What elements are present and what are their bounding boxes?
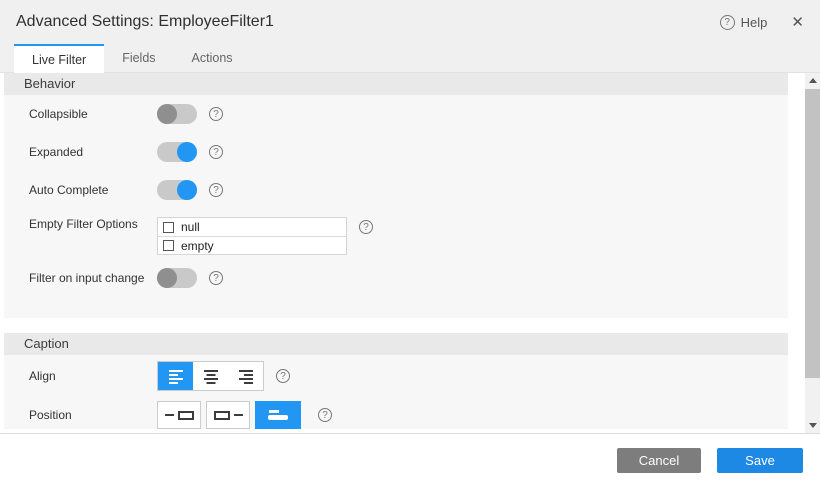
toggle-knob [157, 104, 177, 124]
toggle-knob [177, 142, 197, 162]
filter-on-input-change-row: Filter on input change ? [4, 259, 788, 297]
expanded-label: Expanded [29, 145, 157, 159]
settings-content: Behavior Collapsible ? Expanded ? Auto C… [0, 73, 805, 433]
null-checkbox-label: null [181, 220, 200, 234]
help-icon: ? [720, 15, 735, 30]
filter-on-input-change-toggle[interactable] [157, 268, 197, 288]
option-empty[interactable]: empty [158, 236, 346, 254]
dialog-footer: Cancel Save [0, 433, 820, 487]
label-right-icon [214, 411, 230, 420]
auto-complete-row: Auto Complete ? [4, 171, 788, 209]
align-center-icon [203, 368, 219, 384]
empty-filter-options-row: Empty Filter Options null empty ? [4, 213, 788, 259]
scrollbar-thumb[interactable] [805, 89, 820, 378]
align-label: Align [29, 369, 157, 383]
position-label-top-button[interactable] [255, 401, 301, 429]
position-row: Position ? [4, 395, 788, 433]
label-left-icon [165, 414, 174, 416]
auto-complete-label: Auto Complete [29, 183, 157, 197]
dialog-title: Advanced Settings: EmployeeFilter1 [16, 13, 720, 31]
filter-on-input-change-help-icon[interactable]: ? [209, 271, 223, 285]
empty-filter-options-list: null empty [157, 217, 347, 255]
align-left-button[interactable] [158, 362, 193, 390]
caption-section: Caption Align [4, 333, 788, 429]
collapsible-label: Collapsible [29, 107, 157, 121]
scroll-up-arrow-icon[interactable] [805, 73, 820, 88]
behavior-section-title: Behavior [4, 73, 788, 95]
expanded-row: Expanded ? [4, 133, 788, 171]
filter-on-input-change-label: Filter on input change [29, 271, 157, 285]
toggle-knob [157, 268, 177, 288]
tab-actions[interactable]: Actions [174, 44, 251, 72]
empty-checkbox-label: empty [181, 239, 214, 253]
empty-checkbox[interactable] [163, 240, 174, 251]
align-button-group [157, 361, 264, 391]
dialog-header: Advanced Settings: EmployeeFilter1 ? Hel… [0, 0, 820, 44]
empty-filter-options-help-icon[interactable]: ? [359, 220, 373, 234]
auto-complete-toggle[interactable] [157, 180, 197, 200]
caption-section-title: Caption [4, 333, 788, 355]
align-right-icon [238, 368, 254, 384]
caption-section-body: Align ? [4, 355, 788, 429]
toggle-knob [177, 180, 197, 200]
position-help-icon[interactable]: ? [318, 408, 332, 422]
align-right-button[interactable] [228, 362, 263, 390]
expanded-help-icon[interactable]: ? [209, 145, 223, 159]
cancel-button[interactable]: Cancel [617, 448, 701, 473]
advanced-settings-dialog: Advanced Settings: EmployeeFilter1 ? Hel… [0, 0, 820, 487]
dialog-body: Behavior Collapsible ? Expanded ? Auto C… [0, 73, 820, 433]
align-row: Align ? [4, 355, 788, 395]
position-label-left-button[interactable] [157, 401, 201, 429]
save-button[interactable]: Save [717, 448, 803, 473]
align-help-icon[interactable]: ? [276, 369, 290, 383]
null-checkbox[interactable] [163, 222, 174, 233]
behavior-section-body: Collapsible ? Expanded ? Auto Complete ? [4, 95, 788, 318]
collapsible-toggle[interactable] [157, 104, 197, 124]
align-left-icon [168, 368, 184, 384]
position-label-right-button[interactable] [206, 401, 250, 429]
vertical-scrollbar[interactable] [805, 73, 820, 433]
collapsible-help-icon[interactable]: ? [209, 107, 223, 121]
align-center-button[interactable] [193, 362, 228, 390]
empty-filter-options-label: Empty Filter Options [29, 217, 157, 231]
collapsible-row: Collapsible ? [4, 95, 788, 133]
help-label: Help [741, 15, 768, 30]
position-label: Position [29, 408, 157, 422]
behavior-section: Behavior Collapsible ? Expanded ? Auto C… [4, 73, 788, 318]
close-icon[interactable]: ✕ [791, 13, 804, 31]
tab-live-filter[interactable]: Live Filter [14, 44, 104, 73]
auto-complete-help-icon[interactable]: ? [209, 183, 223, 197]
option-null[interactable]: null [158, 218, 346, 236]
label-top-icon [269, 410, 279, 413]
scroll-down-arrow-icon[interactable] [805, 418, 820, 433]
help-button[interactable]: ? Help [720, 15, 768, 30]
tab-bar: Live Filter Fields Actions [0, 44, 820, 73]
tab-fields[interactable]: Fields [104, 44, 173, 72]
expanded-toggle[interactable] [157, 142, 197, 162]
